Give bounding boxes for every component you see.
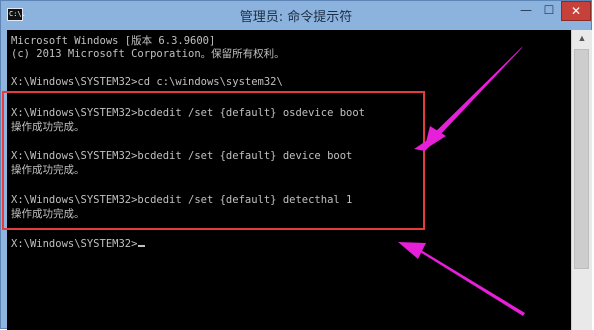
lower-arrow-icon [420,250,525,316]
lower-arrowhead-icon [398,242,426,259]
annotation-arrows [398,46,525,316]
